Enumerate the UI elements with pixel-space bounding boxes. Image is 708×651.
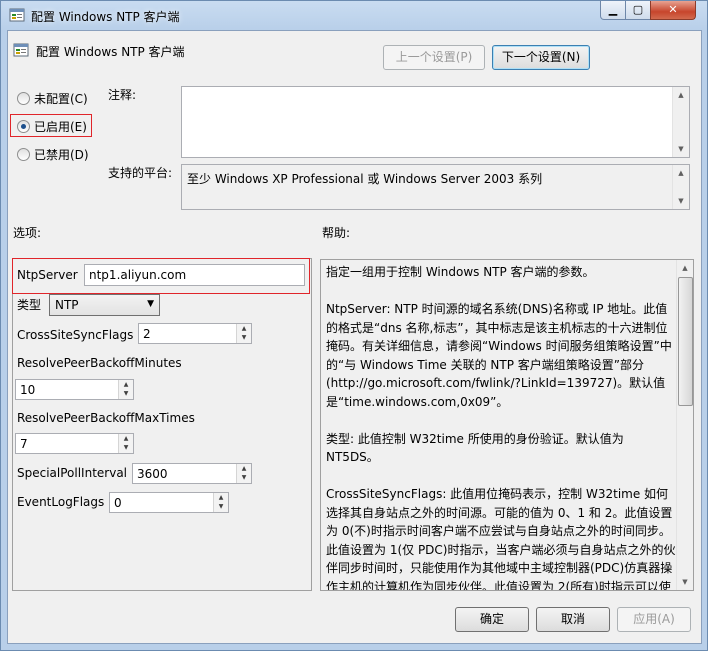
minimize-button[interactable]: ▁ bbox=[600, 1, 626, 20]
spin-down-icon[interactable]: ▼ bbox=[237, 333, 251, 342]
next-setting-button[interactable]: 下一个设置(N) bbox=[492, 45, 590, 70]
type-select[interactable]: NTP ▼ bbox=[49, 294, 160, 316]
resolvepeerbackoffminutes-value: 10 bbox=[20, 383, 36, 397]
type-value: NTP bbox=[55, 298, 79, 312]
spin-down-icon[interactable]: ▼ bbox=[214, 502, 228, 511]
crosssitesyncflags-stepper[interactable]: 2 ▲ ▼ bbox=[138, 323, 252, 344]
enabled-radio[interactable] bbox=[17, 120, 30, 133]
crosssitesyncflags-value: 2 bbox=[143, 327, 151, 341]
previous-setting-button[interactable]: 上一个设置(P) bbox=[383, 45, 485, 70]
chevron-down-icon[interactable]: ▼ bbox=[147, 299, 154, 309]
spin-down-icon[interactable]: ▼ bbox=[119, 389, 133, 398]
ntpserver-label: NtpServer bbox=[17, 268, 78, 282]
specialpollinterval-stepper[interactable]: 3600 ▲ ▼ bbox=[132, 463, 252, 484]
resolvepeerbackoffmaxtimes-value: 7 bbox=[20, 437, 28, 451]
resolvepeerbackoffminutes-stepper[interactable]: 10 ▲ ▼ bbox=[15, 379, 134, 400]
ntpserver-input[interactable]: ntp1.aliyun.com bbox=[84, 264, 305, 286]
options-label: 选项: bbox=[13, 226, 42, 240]
ok-button[interactable]: 确定 bbox=[455, 607, 529, 632]
help-paragraph: CrossSiteSyncFlags: 此值用位掩码表示，控制 W32time … bbox=[326, 487, 676, 591]
scroll-up-icon[interactable]: ▲ bbox=[673, 87, 689, 103]
help-label: 帮助: bbox=[322, 226, 351, 240]
eventlogflags-value: 0 bbox=[114, 496, 122, 510]
spin-up-icon[interactable]: ▲ bbox=[214, 493, 228, 502]
help-text: 指定一组用于控制 Windows NTP 客户端的参数。 NtpServer: … bbox=[326, 263, 676, 591]
help-scrollbar[interactable]: ▲ ▼ bbox=[676, 260, 693, 590]
specialpollinterval-value: 3600 bbox=[137, 467, 168, 481]
help-paragraph: 类型: 此值控制 W32time 所使用的身份验证。默认值为 NT5DS。 bbox=[326, 431, 624, 465]
resolvepeerbackoffmaxtimes-stepper[interactable]: 7 ▲ ▼ bbox=[15, 433, 134, 454]
scroll-down-icon[interactable]: ▼ bbox=[673, 141, 689, 157]
spin-down-icon[interactable]: ▼ bbox=[237, 473, 251, 482]
help-paragraph: NtpServer: NTP 时间源的域名系统(DNS)名称或 IP 地址。此值… bbox=[326, 302, 672, 409]
disabled-radio[interactable] bbox=[17, 148, 30, 161]
resolvepeerbackoffminutes-label: ResolvePeerBackoffMinutes bbox=[17, 356, 182, 370]
scroll-down-icon[interactable]: ▼ bbox=[673, 193, 689, 209]
apply-button[interactable]: 应用(A) bbox=[617, 607, 691, 632]
spin-up-icon[interactable]: ▲ bbox=[119, 380, 133, 389]
platform-value: 至少 Windows XP Professional 或 Windows Ser… bbox=[187, 172, 543, 186]
specialpollinterval-label: SpecialPollInterval bbox=[17, 466, 128, 480]
disabled-label[interactable]: 已禁用(D) bbox=[34, 146, 89, 163]
platform-label: 支持的平台: bbox=[108, 166, 173, 180]
resolvepeerbackoffmaxtimes-label: ResolvePeerBackoffMaxTimes bbox=[17, 411, 195, 425]
spin-up-icon[interactable]: ▲ bbox=[237, 464, 251, 473]
not-configured-label[interactable]: 未配置(C) bbox=[34, 90, 88, 107]
eventlogflags-label: EventLogFlags bbox=[17, 495, 105, 509]
comment-textarea[interactable]: ▲ ▼ bbox=[181, 86, 690, 158]
cancel-button[interactable]: 取消 bbox=[536, 607, 610, 632]
eventlogflags-stepper[interactable]: 0 ▲ ▼ bbox=[109, 492, 229, 513]
crosssitesyncflags-label: CrossSiteSyncFlags bbox=[17, 328, 134, 342]
comment-label: 注释: bbox=[108, 88, 137, 102]
help-paragraph: 指定一组用于控制 Windows NTP 客户端的参数。 bbox=[326, 265, 595, 279]
setting-icon bbox=[13, 42, 29, 61]
spin-up-icon[interactable]: ▲ bbox=[119, 434, 133, 443]
setting-heading: 配置 Windows NTP 客户端 bbox=[36, 45, 185, 59]
spin-up-icon[interactable]: ▲ bbox=[237, 324, 251, 333]
spin-down-icon[interactable]: ▼ bbox=[119, 443, 133, 452]
maximize-button[interactable]: ▢ bbox=[625, 1, 651, 20]
platform-box: 至少 Windows XP Professional 或 Windows Ser… bbox=[181, 164, 690, 210]
scroll-up-icon[interactable]: ▲ bbox=[673, 165, 689, 181]
help-scroll-thumb[interactable] bbox=[678, 277, 693, 406]
not-configured-radio[interactable] bbox=[17, 92, 30, 105]
policy-settings-icon bbox=[9, 7, 25, 23]
comment-scrollbar[interactable]: ▲ ▼ bbox=[672, 87, 689, 157]
scroll-down-icon[interactable]: ▼ bbox=[677, 574, 693, 590]
close-button[interactable]: ✕ bbox=[650, 1, 696, 20]
ntpserver-value: ntp1.aliyun.com bbox=[89, 268, 187, 282]
platform-scrollbar[interactable]: ▲ ▼ bbox=[672, 165, 689, 209]
type-label: 类型 bbox=[17, 298, 42, 312]
scroll-up-icon[interactable]: ▲ bbox=[677, 260, 693, 276]
enabled-label[interactable]: 已启用(E) bbox=[34, 118, 87, 135]
help-panel[interactable]: 指定一组用于控制 Windows NTP 客户端的参数。 NtpServer: … bbox=[320, 259, 694, 591]
window-title: 配置 Windows NTP 客户端 bbox=[31, 10, 180, 24]
